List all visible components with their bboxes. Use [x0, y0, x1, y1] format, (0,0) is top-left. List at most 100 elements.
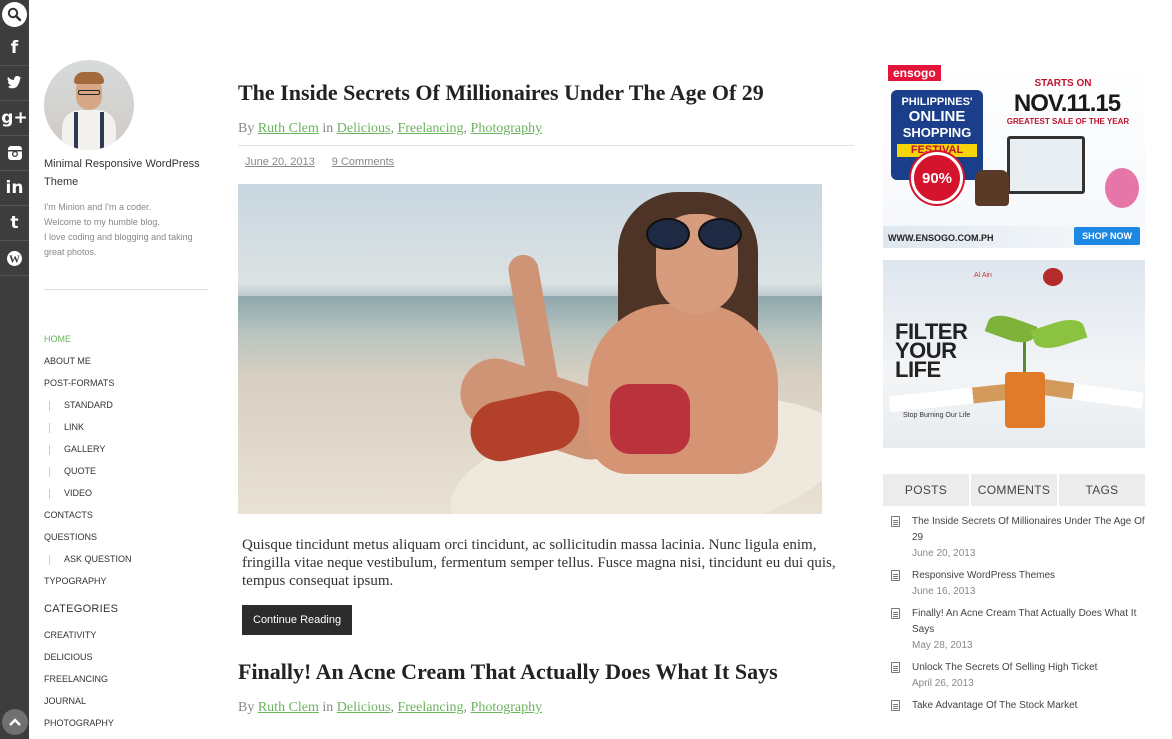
search-icon	[2, 2, 27, 27]
chevron-up-icon	[9, 718, 21, 726]
post-title[interactable]: Finally! An Acne Cream That Actually Doe…	[238, 657, 854, 687]
nav-item[interactable]: POST-FORMATS	[44, 372, 208, 394]
submenu-indicator	[49, 400, 50, 411]
google-plus-icon[interactable]: g+	[0, 101, 29, 136]
category-item[interactable]: FREELANCING	[44, 668, 208, 690]
popular-post-title[interactable]: Unlock The Secrets Of Selling High Ticke…	[912, 660, 1145, 676]
ensogo-logo: ensogo	[888, 65, 941, 81]
nav-item[interactable]: QUOTE	[44, 460, 208, 482]
nav-item[interactable]: ABOUT ME	[44, 350, 208, 372]
nav-item-label: POST-FORMATS	[44, 378, 115, 388]
ad-headline: FILTER YOUR LIFE	[895, 319, 968, 382]
list-item[interactable]: Unlock The Secrets Of Selling High Ticke…	[883, 660, 1145, 691]
popular-post-title[interactable]: Take Advantage Of The Stock Market	[912, 698, 1145, 714]
twitter-icon[interactable]	[0, 66, 29, 101]
popular-post-date: May 28, 2013	[912, 640, 973, 651]
post-excerpt: Quisque tincidunt metus aliquam orci tin…	[242, 537, 836, 589]
list-item[interactable]: Finally! An Acne Cream That Actually Doe…	[883, 606, 1145, 653]
nav-item-label: GALLERY	[64, 444, 106, 454]
nav-item[interactable]: HOME	[44, 328, 208, 350]
category-item[interactable]: DELICIOUS	[44, 646, 208, 668]
category-link[interactable]: Freelancing	[397, 121, 463, 136]
post-date-link[interactable]: June 20, 2013	[245, 156, 315, 168]
submenu-indicator	[49, 444, 50, 455]
tab-tags[interactable]: TAGS	[1059, 474, 1145, 506]
ensogo-banner-ad[interactable]: ensogo PHILIPPINES' ONLINE SHOPPING FEST…	[883, 60, 1145, 248]
nav-item[interactable]: CONTACTS	[44, 504, 208, 526]
popular-post-date: June 16, 2013	[912, 586, 976, 597]
tab-posts[interactable]: POSTS	[883, 474, 969, 506]
submenu-indicator	[49, 466, 50, 477]
post: Finally! An Acne Cream That Actually Doe…	[238, 657, 854, 724]
linkedin-icon[interactable]: in	[0, 171, 29, 206]
nav-item[interactable]: LINK	[44, 416, 208, 438]
popular-post-title[interactable]: Responsive WordPress Themes	[912, 568, 1145, 584]
category-item[interactable]: JOURNAL	[44, 690, 208, 712]
document-icon	[891, 608, 900, 619]
comments-link[interactable]: 9 Comments	[332, 156, 394, 168]
filter-your-life-ad[interactable]: Al Ain FILTER YOUR LIFE Stop Burning Our…	[883, 260, 1145, 448]
post-title[interactable]: The Inside Secrets Of Millionaires Under…	[238, 78, 854, 108]
author-link[interactable]: Ruth Clem	[258, 121, 319, 136]
ad-logo: Al Ain	[974, 272, 992, 279]
main-navigation: HOME ABOUT ME POST-FORMATS STANDARD LINK GALL…	[44, 328, 208, 592]
nav-item[interactable]: STANDARD	[44, 394, 208, 416]
nav-item[interactable]: TYPOGRAPHY	[44, 570, 208, 592]
continue-reading-button[interactable]: Continue Reading	[242, 605, 353, 635]
bike-image	[1105, 168, 1139, 208]
bag-image	[975, 170, 1009, 206]
facebook-icon[interactable]: f	[0, 31, 29, 66]
category-link[interactable]: Photography	[471, 121, 543, 136]
submenu-indicator	[49, 554, 50, 565]
list-item[interactable]: Responsive WordPress Themes June 16, 2013	[883, 568, 1145, 599]
popular-post-date: June 20, 2013	[912, 548, 976, 559]
nav-item[interactable]: ASK QUESTION	[44, 548, 208, 570]
category-item[interactable]: CREATIVITY	[44, 624, 208, 646]
site-description: I'm Minion and I'm a coder. Welcome to m…	[44, 202, 193, 257]
popular-post-title[interactable]: Finally! An Acne Cream That Actually Doe…	[912, 606, 1145, 638]
widget-tabs: POSTS COMMENTS TAGS	[883, 474, 1145, 506]
ad-caption: Stop Burning Our Life	[903, 412, 971, 419]
nav-item-label: QUOTE	[64, 466, 97, 476]
document-icon	[891, 516, 900, 527]
author-link[interactable]: Ruth Clem	[258, 700, 319, 715]
starts-on-text: STARTS ON	[1034, 78, 1092, 89]
category-link[interactable]: Delicious	[337, 700, 391, 715]
back-to-top-button[interactable]	[2, 709, 28, 735]
category-item[interactable]: PHOTOGRAPHY	[44, 712, 208, 734]
nav-item[interactable]: VIDEO	[44, 482, 208, 504]
nav-item-label: QUESTIONS	[44, 532, 98, 542]
nav-item-label: STANDARD	[64, 400, 113, 410]
instagram-icon[interactable]	[0, 136, 29, 171]
category-link[interactable]: Photography	[471, 700, 543, 715]
nav-item[interactable]: QUESTIONS	[44, 526, 208, 548]
category-link[interactable]: Freelancing	[397, 700, 463, 715]
category-link[interactable]: Delicious	[337, 121, 391, 136]
list-item[interactable]: The Inside Secrets Of Millionaires Under…	[883, 514, 1145, 561]
featured-image[interactable]	[238, 184, 822, 514]
post-sub-meta: June 20, 2013 9 Comments	[238, 156, 854, 168]
social-sidebar: f g+ in t W	[0, 0, 29, 739]
nav-item[interactable]: GALLERY	[44, 438, 208, 460]
popular-post-title[interactable]: The Inside Secrets Of Millionaires Under…	[912, 514, 1145, 546]
wordpress-icon[interactable]: W	[0, 241, 29, 276]
site-title[interactable]: Minimal Responsive WordPress Theme	[44, 155, 208, 191]
search-button[interactable]	[0, 0, 29, 29]
nav-item-label: CONTACTS	[44, 510, 93, 520]
popular-post-date: April 26, 2013	[912, 678, 974, 689]
popular-posts-list: The Inside Secrets Of Millionaires Under…	[883, 514, 1145, 714]
shop-now-button[interactable]: SHOP NOW	[1074, 227, 1140, 245]
nav-item-label: LINK	[64, 422, 85, 432]
tumblr-icon[interactable]: t	[0, 206, 29, 241]
submenu-indicator	[49, 488, 50, 499]
nav-item-label: ASK QUESTION	[64, 554, 132, 564]
categories-heading: CATEGORIES	[44, 603, 119, 615]
nav-item-label: HOME	[44, 334, 71, 344]
list-item[interactable]: Take Advantage Of The Stock Market	[883, 698, 1145, 714]
document-icon	[891, 570, 900, 581]
right-sidebar: ensogo PHILIPPINES' ONLINE SHOPPING FEST…	[883, 60, 1145, 714]
ad-url: WWW.ENSOGO.COM.PH	[888, 233, 994, 243]
tab-comments[interactable]: COMMENTS	[971, 474, 1057, 506]
main-content: The Inside Secrets Of Millionaires Under…	[238, 60, 854, 724]
nav-item-label: ABOUT ME	[44, 356, 91, 366]
